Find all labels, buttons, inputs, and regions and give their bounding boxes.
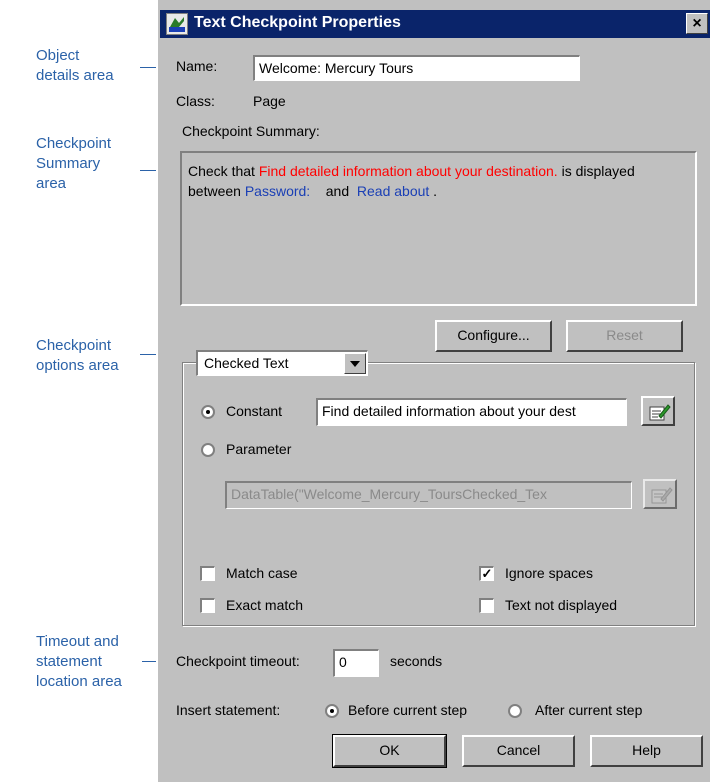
class-value: Page — [253, 93, 286, 109]
ignore-spaces-label[interactable]: Ignore spaces — [505, 565, 593, 581]
cancel-button[interactable]: Cancel — [462, 735, 575, 767]
configure-button[interactable]: Configure... — [435, 320, 552, 352]
text-not-displayed-checkbox[interactable] — [479, 598, 494, 613]
summary-after-text: Read about — [356, 183, 430, 199]
edit-value-icon — [649, 404, 671, 421]
chevron-down-icon[interactable] — [344, 353, 366, 374]
match-case-label[interactable]: Match case — [226, 565, 298, 581]
annotation-timeout-location: Timeout and statement location area — [36, 633, 122, 690]
ok-button[interactable]: OK — [332, 734, 447, 768]
dialog-title: Text Checkpoint Properties — [194, 14, 401, 31]
checkpoint-timeout-field[interactable]: 0 — [333, 649, 379, 677]
checkpoint-timeout-label: Checkpoint timeout: — [176, 653, 300, 669]
checkpoint-summary-box: Check that Find detailed information abo… — [180, 151, 697, 306]
parameter-label[interactable]: Parameter — [226, 441, 291, 457]
after-current-step-label[interactable]: After current step — [535, 702, 642, 718]
constant-radio[interactable] — [201, 405, 215, 419]
close-button[interactable]: × — [686, 13, 708, 34]
constant-edit-button[interactable] — [641, 396, 675, 426]
match-case-checkbox[interactable] — [200, 566, 215, 581]
checkpoint-summary-label: Checkpoint Summary: — [182, 123, 320, 139]
ignore-spaces-checkbox[interactable]: ✓ — [479, 566, 494, 581]
text-not-displayed-label[interactable]: Text not displayed — [505, 597, 617, 613]
timeout-unit-label: seconds — [390, 653, 443, 669]
after-current-step-radio[interactable] — [508, 704, 522, 718]
parameter-edit-button[interactable] — [643, 479, 677, 509]
summary-before-text: Password: — [244, 183, 311, 199]
edit-parameter-icon — [651, 487, 673, 504]
name-field[interactable]: Welcome: Mercury Tours — [253, 55, 580, 81]
parameter-radio[interactable] — [201, 443, 215, 457]
parameter-value-field[interactable]: DataTable("Welcome_Mercury_ToursChecked_… — [225, 481, 632, 509]
summary-text-3: and — [310, 183, 357, 199]
summary-text-4: . — [429, 183, 438, 199]
class-label: Class: — [176, 93, 215, 109]
before-current-step-radio[interactable] — [325, 704, 339, 718]
name-label: Name: — [176, 58, 218, 74]
dropdown-selected-value: Checked Text — [204, 355, 289, 371]
summary-checked-text: Find detailed information about your des… — [258, 163, 558, 179]
exact-match-label[interactable]: Exact match — [226, 597, 303, 613]
summary-text-1: Check that — [188, 163, 259, 179]
text-checkpoint-icon — [166, 13, 188, 35]
reset-button[interactable]: Reset — [566, 320, 683, 352]
annotation-checkpoint-summary: Checkpoint Summary area — [36, 135, 112, 192]
exact-match-checkbox[interactable] — [200, 598, 215, 613]
constant-value-field[interactable]: Find detailed information about your des… — [316, 398, 627, 426]
title-bar[interactable]: Text Checkpoint Properties × — [160, 10, 710, 38]
before-current-step-label[interactable]: Before current step — [348, 702, 467, 718]
insert-statement-label: Insert statement: — [176, 702, 281, 718]
constant-label[interactable]: Constant — [226, 403, 282, 419]
annotation-checkpoint-options: Checkpoint options area — [36, 337, 119, 374]
help-button[interactable]: Help — [590, 735, 703, 767]
annotation-object-details: Object details area — [36, 47, 114, 84]
checked-text-dropdown[interactable]: Checked Text — [196, 350, 368, 376]
